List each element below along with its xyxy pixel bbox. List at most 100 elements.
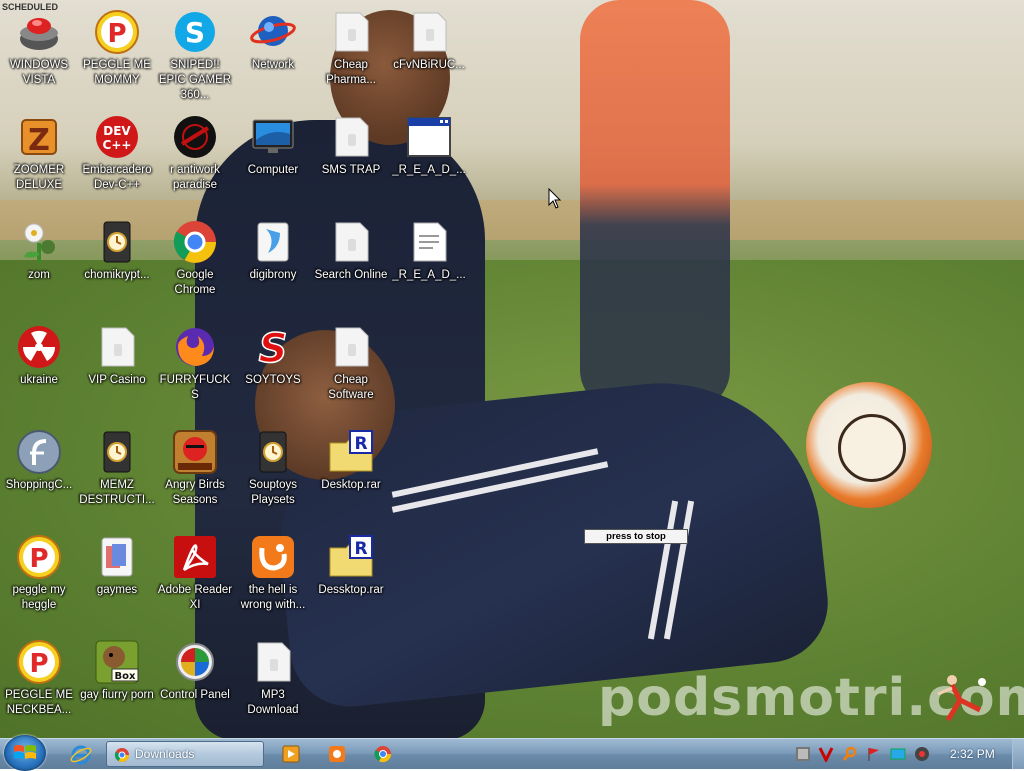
desktop-icon-chomikrypt[interactable]: chomikrypt... [78, 210, 156, 283]
desktop-icon-ukraine[interactable]: ukraine [0, 315, 78, 388]
svg-text:P: P [107, 19, 126, 49]
uc-browser-icon [249, 533, 297, 581]
desktop-icon-label: peggle my heggle [12, 584, 66, 611]
mouse-pointer-icon [548, 188, 562, 209]
desktop-icon-label: Angry Birds Seasons [165, 479, 225, 506]
desktop-icon-label: Cheap Pharma... [326, 59, 376, 86]
desktop-icon-label: r antiwork paradise [170, 164, 220, 191]
tray-app-icon[interactable] [795, 746, 811, 762]
desktop-icon-label: PEGGLE ME MOMMY [83, 59, 151, 86]
desktop-icon-label: _R_E_A_D_... [392, 164, 466, 176]
desktop-icon-label: MP3 Download [247, 689, 299, 716]
beaver-box-icon: Box [93, 638, 141, 686]
zombie-plant-icon [15, 218, 63, 266]
svg-text:Box: Box [115, 671, 136, 682]
show-desktop-button[interactable] [1012, 739, 1024, 769]
desktop-icon-embarcadero-dev-c[interactable]: DEV C++ Embarcadero Dev-C++ [78, 105, 156, 193]
desktop-icon-memz-destructi[interactable]: MEMZ DESTRUCTI... [78, 420, 156, 508]
rar-archive-icon: R [327, 428, 375, 476]
desktop-icon-cfvnbiruc[interactable]: cFvNBiRUC... [390, 0, 468, 73]
internet-explorer-icon[interactable] [70, 744, 92, 766]
desktop-icon-soytoys[interactable]: S SOYTOYS [234, 315, 312, 388]
desktop-icon-search-online[interactable]: Search Online [312, 210, 390, 283]
dev-cpp-icon: DEV C++ [93, 113, 141, 161]
desktop-icon-label: PEGGLE ME NECKBEA... [5, 689, 73, 716]
svg-text:C++: C++ [103, 138, 132, 152]
digibrony-icon [249, 218, 297, 266]
blank-file-icon [327, 8, 375, 56]
desktop-icon-windows-vista[interactable]: WINDOWS VISTA [0, 0, 78, 88]
desktop-icon-furryfucks[interactable]: FURRYFUCKS [156, 315, 234, 403]
radiation-icon [15, 323, 63, 371]
desktop-icon-r-e-a-d[interactable]: _R_E_A_D_... [390, 210, 468, 283]
desktop-icon-label: Google Chrome [174, 269, 216, 296]
desktop-icon-cheap-pharma[interactable]: Cheap Pharma... [312, 0, 390, 88]
svg-text:DEV: DEV [103, 124, 131, 138]
desktop-icon-zoomer-deluxe[interactable]: Z ZOOMER DELUXE [0, 105, 78, 193]
zoomer-z-icon: Z [15, 113, 63, 161]
vista-bowl-icon [15, 8, 63, 56]
desktop-icon-sniped-epic-gamer-360[interactable]: S SNIPED!! EPIC GAMER 360... [156, 0, 234, 103]
desktop-icon-network[interactable]: Network [234, 0, 312, 73]
desktop-icon-label: Cheap Software [328, 374, 374, 401]
desktop-icon-gaymes[interactable]: gaymes [78, 525, 156, 598]
desktop-icon-the-hell-is-wrong-with[interactable]: the hell is wrong with... [234, 525, 312, 613]
press-to-stop-button[interactable]: press to stop [584, 529, 688, 544]
blank-file-icon [327, 218, 375, 266]
desktop-icon-google-chrome[interactable]: Google Chrome [156, 210, 234, 298]
hourglass-file-icon [249, 428, 297, 476]
desktop-icon-souptoys-playsets[interactable]: Souptoys Playsets [234, 420, 312, 508]
uc-browser-taskbar-icon[interactable] [324, 742, 350, 766]
firefox-icon [171, 323, 219, 371]
svg-text:S: S [259, 326, 288, 370]
skype-icon: S [171, 8, 219, 56]
desktop-icon-label: ShoppingC... [5, 479, 73, 491]
window-app-icon [405, 113, 453, 161]
desktop-icon-desktop-rar[interactable]: R Desktop.rar [312, 420, 390, 493]
desktop-icon-label: Embarcadero Dev-C++ [82, 164, 152, 191]
desktop-icon-peggle-my-heggle[interactable]: Ppeggle my heggle [0, 525, 78, 613]
desktop-icon-dessktop-rar[interactable]: R Dessktop.rar [312, 525, 390, 598]
desktop-icon-vip-casino[interactable]: VIP Casino [78, 315, 156, 388]
desktop-icon-sms-trap[interactable]: SMS TRAP [312, 105, 390, 178]
desktop-icon-mp3-download[interactable]: MP3 Download [234, 630, 312, 718]
desktop-icon-label: Search Online [314, 269, 388, 281]
blank-file-icon [249, 638, 297, 686]
media-player-icon[interactable] [278, 742, 304, 766]
peggle-icon: P [15, 638, 63, 686]
desktop-icon-label: Network [251, 59, 295, 71]
tray-volume-icon[interactable] [914, 746, 930, 762]
desktop-icon-control-panel[interactable]: Control Panel [156, 630, 234, 703]
tray-flag-icon[interactable] [866, 746, 882, 762]
chrome-small-icon [114, 748, 129, 762]
desktop-icon-digibrony[interactable]: digibrony [234, 210, 312, 283]
tray-v-shield-icon[interactable] [818, 746, 834, 762]
taskbar-button-downloads[interactable]: Downloads [106, 741, 264, 767]
hourglass-file-icon [93, 218, 141, 266]
tray-network-icon[interactable] [890, 746, 906, 762]
desktop-icon-peggle-me-neckbea[interactable]: P PEGGLE ME NECKBEA... [0, 630, 78, 718]
desktop-icon-shoppingc[interactable]: ShoppingC... [0, 420, 78, 493]
desktop-icon-gay-fiurry-porn[interactable]: Box gay fiurry porn [78, 630, 156, 703]
desktop-icon-area: WINDOWS VISTA P PEGGLE ME MOMMY S SNIPED!! E… [0, 0, 1024, 738]
adobe-reader-icon [171, 533, 219, 581]
tray-search-icon[interactable] [842, 746, 858, 762]
desktop-icon-angry-birds-seasons[interactable]: Angry Birds Seasons [156, 420, 234, 508]
desktop-icon-r-antiwork-paradise[interactable]: r antiwork paradise [156, 105, 234, 193]
chrome-taskbar-icon[interactable] [370, 742, 396, 766]
chrome-icon [171, 218, 219, 266]
desktop-icon-peggle-me-mommy[interactable]: P PEGGLE ME MOMMY [78, 0, 156, 88]
windows-logo-icon [14, 745, 36, 759]
svg-text:Z: Z [28, 123, 50, 158]
desktop-icon-label: zom [28, 269, 50, 281]
desktop-icon-r-e-a-d[interactable]: _R_E_A_D_... [390, 105, 468, 178]
start-button[interactable] [4, 735, 46, 771]
desktop-icon-adobe-reader-xi[interactable]: Adobe Reader XI [156, 525, 234, 613]
desktop-icon-computer[interactable]: Computer [234, 105, 312, 178]
desktop-icon-cheap-software[interactable]: Cheap Software [312, 315, 390, 403]
desktop-icon-zom[interactable]: zom [0, 210, 78, 283]
desktop-icon-label: Computer [247, 164, 299, 176]
desktop-icon-label: ZOOMER DELUXE [13, 164, 65, 191]
taskbar-clock[interactable]: 2:32 PM [950, 739, 998, 769]
antiwork-icon [171, 113, 219, 161]
